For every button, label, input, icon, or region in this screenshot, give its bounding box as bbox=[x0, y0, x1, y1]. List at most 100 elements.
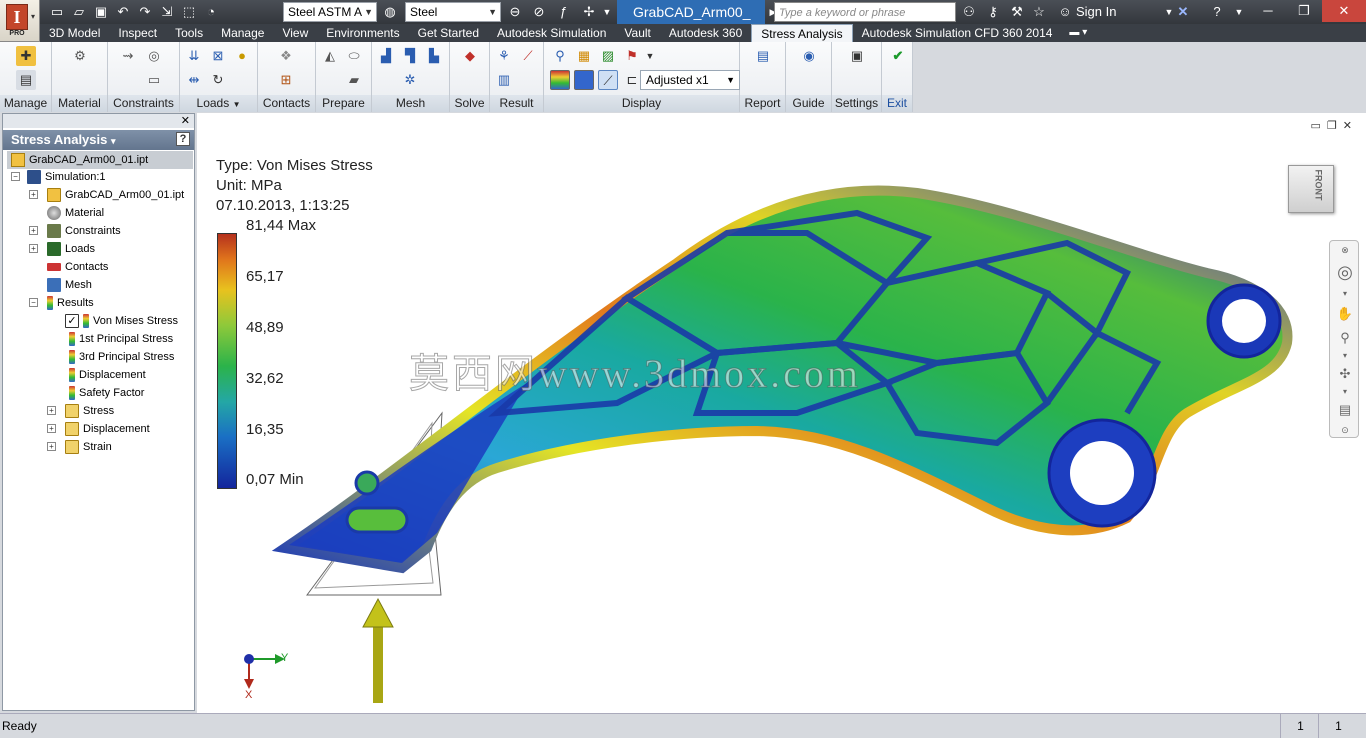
binoculars-icon[interactable]: ⚇ bbox=[960, 3, 978, 21]
frictionless-constraint-icon[interactable]: ▭ bbox=[144, 70, 164, 90]
steering-wheel-icon[interactable]: ◎ bbox=[1336, 263, 1354, 281]
color-bar-icon[interactable]: ▦ bbox=[574, 46, 594, 66]
animate-icon[interactable]: ⚘ bbox=[494, 46, 514, 66]
move-icon[interactable]: ✢ bbox=[580, 3, 598, 21]
maximum-minimum-icon[interactable]: ⊏ bbox=[622, 70, 642, 90]
browser-root-node[interactable]: GrabCAD_Arm00_01.ipt bbox=[7, 151, 193, 169]
finish-check-icon[interactable]: ✔ bbox=[888, 46, 908, 66]
customize-icon[interactable]: ⊙ bbox=[1336, 421, 1354, 439]
guide-compass-icon[interactable]: ◉ bbox=[799, 46, 819, 66]
mesh-view-icon[interactable]: ▟ bbox=[376, 46, 396, 66]
expand-toggle[interactable]: + bbox=[29, 226, 38, 235]
help-search-input[interactable]: Type a keyword or phrase bbox=[774, 2, 956, 22]
ribbon-options-icon[interactable]: ▬ ▾ bbox=[1061, 24, 1095, 42]
surface-icon[interactable]: ▰ bbox=[344, 70, 364, 90]
convergence-plot-icon[interactable]: ▥ bbox=[494, 70, 514, 90]
sign-in-link[interactable]: Sign In bbox=[1076, 4, 1116, 19]
tree-node-3rd-principal[interactable]: 3rd Principal Stress bbox=[69, 348, 174, 366]
tab-vault[interactable]: Vault bbox=[615, 24, 659, 42]
local-mesh-icon[interactable]: ✲ bbox=[400, 70, 420, 90]
tab-stress-analysis[interactable]: Stress Analysis bbox=[751, 24, 853, 42]
tree-node-1st-principal[interactable]: 1st Principal Stress bbox=[69, 330, 173, 348]
stress-settings-icon[interactable]: ▣ bbox=[847, 46, 867, 66]
save-icon[interactable]: ▣ bbox=[92, 3, 110, 21]
tree-node-mesh[interactable]: Mesh bbox=[47, 276, 92, 294]
update-icon[interactable]: ◔ bbox=[202, 3, 220, 21]
expand-toggle[interactable]: + bbox=[29, 190, 38, 199]
exchange-icon[interactable]: ✕ bbox=[1174, 3, 1192, 21]
chevron-down-icon[interactable]: ▼ bbox=[640, 46, 660, 66]
tree-node-constraints[interactable]: Constraints bbox=[47, 222, 121, 240]
simplify-icon[interactable]: ◭ bbox=[320, 46, 340, 66]
tab-simulation-cfd[interactable]: Autodesk Simulation CFD 360 2014 bbox=[853, 24, 1062, 42]
tab-tools[interactable]: Tools bbox=[166, 24, 212, 42]
chevron-down-icon[interactable]: ▼ bbox=[1230, 3, 1248, 21]
close-icon[interactable]: ✕ bbox=[181, 114, 190, 127]
tab-autodesk-360[interactable]: Autodesk 360 bbox=[660, 24, 751, 42]
select-icon[interactable]: ⬚ bbox=[180, 3, 198, 21]
tree-node-stress-folder[interactable]: Stress bbox=[65, 402, 114, 420]
redo-icon[interactable]: ↷ bbox=[136, 3, 154, 21]
manual-contact-icon[interactable]: ⊞ bbox=[276, 70, 296, 90]
tree-node-simulation[interactable]: Simulation:1 bbox=[27, 168, 106, 186]
graphics-viewport[interactable]: ▭❐✕ 莫西网www.3dmox.com Type: Von Mises Str… bbox=[197, 113, 1366, 713]
tab-3d-model[interactable]: 3D Model bbox=[40, 24, 109, 42]
tree-node-strain-folder[interactable]: Strain bbox=[65, 438, 112, 456]
assign-material-icon[interactable]: ⚙ bbox=[70, 46, 90, 66]
material-combo[interactable]: Steel ASTM A ▼ bbox=[283, 2, 377, 22]
stress-contour-model[interactable] bbox=[197, 113, 1366, 713]
group-label[interactable]: Loads ▼ bbox=[180, 95, 257, 112]
help-icon[interactable]: ? bbox=[176, 132, 190, 146]
result-path-icon[interactable]: ⚑ bbox=[622, 46, 642, 66]
tab-get-started[interactable]: Get Started bbox=[409, 24, 488, 42]
convergence-icon[interactable]: ▙ bbox=[424, 46, 444, 66]
tab-view[interactable]: View bbox=[273, 24, 317, 42]
favorites-star-icon[interactable]: ☆ bbox=[1030, 3, 1048, 21]
smooth-shading-icon[interactable] bbox=[550, 70, 570, 90]
tree-node-displacement-folder[interactable]: Displacement bbox=[65, 420, 150, 438]
expand-toggle[interactable]: + bbox=[47, 406, 56, 415]
fixed-constraint-icon[interactable]: ⇝ bbox=[118, 46, 138, 66]
maximize-button[interactable]: ❐ bbox=[1286, 0, 1322, 22]
chevron-down-icon[interactable]: ▾ bbox=[1336, 347, 1354, 365]
contour-shading-icon[interactable] bbox=[574, 70, 594, 90]
create-simulation-icon[interactable]: ✚ bbox=[16, 46, 36, 66]
tools-icon[interactable]: ⚒ bbox=[1008, 3, 1026, 21]
tab-manage[interactable]: Manage bbox=[212, 24, 273, 42]
look-at-icon[interactable]: ▤ bbox=[1336, 401, 1354, 419]
collapse-toggle[interactable]: − bbox=[11, 172, 20, 181]
appearance-combo[interactable]: Steel ▼ bbox=[405, 2, 501, 22]
open-file-icon[interactable]: ▱ bbox=[70, 3, 88, 21]
expand-toggle[interactable]: + bbox=[29, 244, 38, 253]
tree-node-contacts[interactable]: Contacts bbox=[47, 258, 108, 276]
tree-node-results[interactable]: Results bbox=[47, 294, 94, 312]
moment-icon[interactable]: ⇹ bbox=[184, 70, 204, 90]
report-icon[interactable]: ▤ bbox=[753, 46, 773, 66]
simulate-icon[interactable]: ◆ bbox=[460, 46, 480, 66]
simulation-settings-icon[interactable]: ▤ bbox=[16, 70, 36, 90]
appearance-icon[interactable]: ◍ bbox=[381, 3, 399, 21]
orbit-icon[interactable]: ✣ bbox=[1336, 365, 1354, 383]
undo-icon[interactable]: ↶ bbox=[114, 3, 132, 21]
tree-node-loads[interactable]: Loads bbox=[47, 240, 95, 258]
pan-hand-icon[interactable]: ✋ bbox=[1336, 305, 1354, 323]
expand-toggle[interactable]: + bbox=[47, 424, 56, 433]
force-icon[interactable]: ⇊ bbox=[184, 46, 204, 66]
new-file-icon[interactable]: ▭ bbox=[48, 3, 66, 21]
tree-node-von-mises[interactable]: ✓ Von Mises Stress bbox=[65, 312, 178, 330]
application-menu-button[interactable]: I PRO ▾ bbox=[0, 0, 40, 42]
no-shading-icon[interactable]: ⟋ bbox=[598, 70, 618, 90]
remote-force-icon[interactable]: ↻ bbox=[208, 70, 228, 90]
displacement-scale-select[interactable]: Adjusted x1 ▼ bbox=[640, 70, 740, 90]
mesh-settings-icon[interactable]: ▜ bbox=[400, 46, 420, 66]
automatic-contacts-icon[interactable]: ❖ bbox=[276, 46, 296, 66]
key-icon[interactable]: ⚷ bbox=[984, 3, 1002, 21]
display-probe-icon[interactable]: ⚲ bbox=[550, 46, 570, 66]
adjust-icon[interactable]: ⊘ bbox=[530, 3, 548, 21]
browser-header[interactable]: Stress Analysis ▾ ? bbox=[3, 130, 194, 150]
pressure-icon[interactable]: ⊠ bbox=[208, 46, 228, 66]
tree-node-part[interactable]: GrabCAD_Arm00_01.ipt bbox=[47, 186, 184, 204]
collapse-toggle[interactable]: − bbox=[29, 298, 38, 307]
chevron-down-icon[interactable]: ▾ bbox=[1336, 285, 1354, 303]
return-icon[interactable]: ⇲ bbox=[158, 3, 176, 21]
